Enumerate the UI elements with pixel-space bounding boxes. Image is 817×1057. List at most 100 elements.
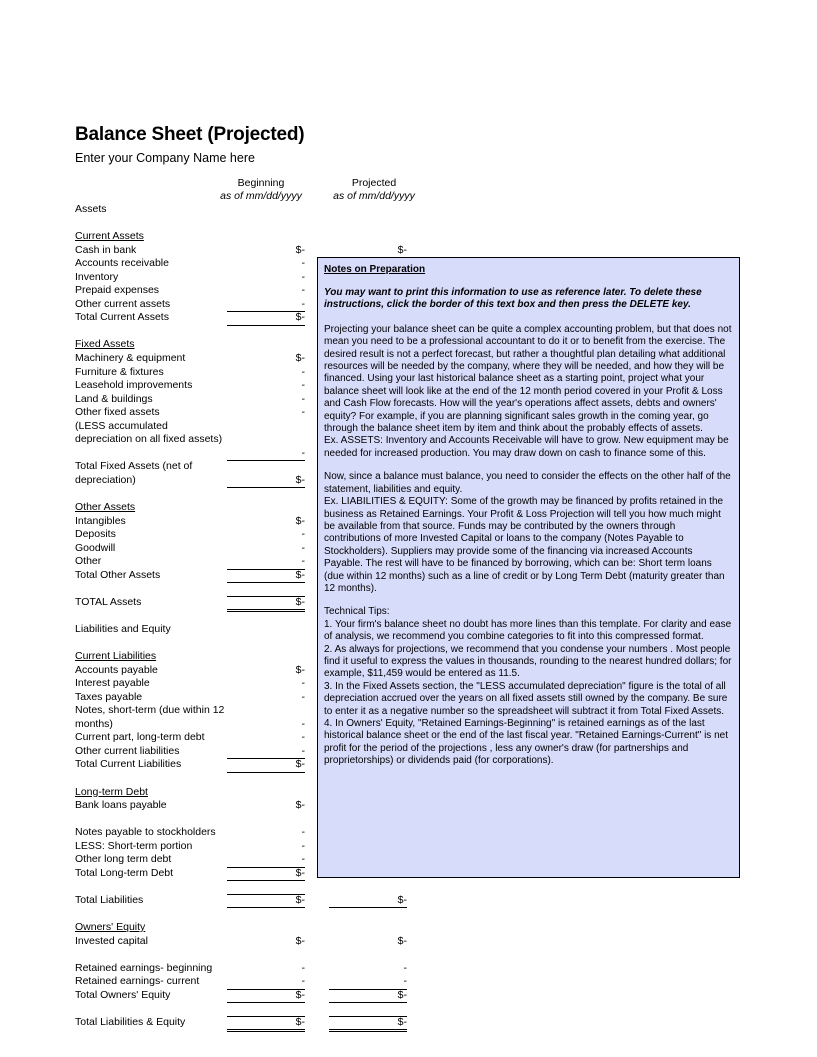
row-spacer <box>75 907 435 921</box>
label-cash-in-bank: Cash in bank <box>75 243 137 256</box>
label-total-fixed-assets: Total Fixed Assets (net of depreciation) <box>75 460 193 486</box>
value-land-buildings-beginning[interactable]: - <box>225 393 306 407</box>
notes-emphasis: You may want to print this information t… <box>324 287 702 311</box>
row-total-liabilities-equity: Total Liabilities & Equity $- $- <box>75 1016 435 1033</box>
other-assets-header: Other Assets <box>75 501 136 514</box>
liabilities-equity-header: Liabilities and Equity <box>75 622 171 635</box>
notes-technical-tips-title: Technical Tips: <box>324 606 390 618</box>
value-bank-loans-payable-beginning[interactable]: $- <box>225 799 305 813</box>
cell-underline <box>227 745 305 760</box>
label-taxes-payable: Taxes payable <box>75 690 143 703</box>
value-less-short-term-portion-beginning[interactable]: - <box>225 840 306 854</box>
cell-underline <box>329 975 407 990</box>
cell-underline <box>227 582 305 597</box>
value-other-fixed-assets-beginning[interactable]: - <box>225 406 306 420</box>
label-bank-loans-payable: Bank loans payable <box>75 799 167 812</box>
label-total-other-assets: Total Other Assets <box>75 568 161 581</box>
column-header-beginning-date: as of mm/dd/yyyy <box>220 190 302 202</box>
notes-tip-1: 1. Your firm's balance sheet no doubt ha… <box>324 618 732 643</box>
cell-underline <box>227 474 305 489</box>
row-cash-in-bank: Cash in bank $- $- <box>75 243 435 259</box>
cell-underline <box>227 989 305 1004</box>
label-total-current-liabilities: Total Current Liabilities <box>75 758 182 771</box>
label-prepaid-expenses: Prepaid expenses <box>75 284 160 297</box>
row-invested-capital: Invested capital $- $- <box>75 935 435 949</box>
label-accounts-payable: Accounts payable <box>75 663 158 676</box>
notes-example-assets: Ex. ASSETS: Inventory and Accounts Recei… <box>324 435 729 459</box>
cell-underline <box>329 244 407 259</box>
value-taxes-payable-beginning[interactable]: - <box>225 691 306 705</box>
cell-underline <box>329 1002 407 1017</box>
notes-on-preparation-textbox[interactable]: Notes on Preparation You may want to pri… <box>317 257 740 878</box>
cell-double-underline <box>227 1016 305 1033</box>
row-assets-header: Assets <box>75 203 435 217</box>
value-machinery-equipment-beginning[interactable]: $- <box>225 352 305 366</box>
label-less-short-term-portion: LESS: Short-term portion <box>75 839 193 852</box>
row-owners-equity-header: Owners' Equity <box>75 921 435 935</box>
row-retained-earnings-beginning: Retained earnings- beginning - - <box>75 962 435 976</box>
label-other: Other <box>75 555 102 568</box>
notes-paragraph-2: Now, since a balance must balance, you n… <box>324 471 731 495</box>
label-invested-capital: Invested capital <box>75 934 148 947</box>
current-liabilities-header: Current Liabilities <box>75 650 157 663</box>
notes-paragraph-1: Projecting your balance sheet can be qui… <box>324 323 732 435</box>
current-assets-header: Current Assets <box>75 230 144 243</box>
value-interest-payable-beginning[interactable]: - <box>225 677 306 691</box>
column-header-projected-date: as of mm/dd/yyyy <box>333 190 415 202</box>
cell-underline <box>227 447 305 462</box>
column-header-beginning: Beginning as of mm/dd/yyyy <box>213 177 309 203</box>
label-total-owners-equity: Total Owners' Equity <box>75 988 171 1001</box>
cell-underline <box>227 298 305 313</box>
value-retained-earnings-beginning-col1[interactable]: - <box>225 962 306 976</box>
label-inventory: Inventory <box>75 270 119 283</box>
label-other-current-liabilities: Other current liabilities <box>75 744 180 757</box>
row-retained-earnings-current: Retained earnings- current - - <box>75 975 435 990</box>
label-furniture-fixtures: Furniture & fixtures <box>75 365 164 378</box>
label-interest-payable: Interest payable <box>75 677 150 690</box>
label-machinery-equipment: Machinery & equipment <box>75 352 186 365</box>
notes-tip-4: 4. In Owners' Equity, "Retained Earnings… <box>324 718 728 767</box>
value-current-part-long-term-debt-beginning[interactable]: - <box>225 731 306 745</box>
value-goodwill-beginning[interactable]: - <box>225 542 306 556</box>
cell-underline <box>227 311 305 326</box>
row-spacer <box>75 217 435 231</box>
notes-tip-3: 3. In the Fixed Assets section, the "LES… <box>324 680 728 717</box>
owners-equity-header: Owners' Equity <box>75 920 146 933</box>
value-cash-in-bank-beginning[interactable]: $- <box>225 244 305 258</box>
label-other-long-term-debt: Other long term debt <box>75 853 172 866</box>
label-total-assets: TOTAL Assets <box>75 595 142 608</box>
value-furniture-fixtures-beginning[interactable]: - <box>225 366 306 380</box>
value-intangibles-beginning[interactable]: $- <box>225 515 305 529</box>
row-spacer <box>75 1002 435 1017</box>
value-accounts-receivable-beginning[interactable]: - <box>225 257 306 271</box>
cell-underline <box>227 975 305 990</box>
cell-underline <box>227 894 305 909</box>
company-name-field[interactable]: Enter your Company Name here <box>75 150 304 166</box>
label-retained-earnings-beginning: Retained earnings- beginning <box>75 961 213 974</box>
value-prepaid-expenses-beginning[interactable]: - <box>225 284 306 298</box>
value-accounts-payable-beginning[interactable]: $- <box>225 664 305 678</box>
value-invested-capital-beginning[interactable]: $- <box>225 935 305 949</box>
column-header-projected: Projected as of mm/dd/yyyy <box>315 177 433 203</box>
notes-title: Notes on Preparation <box>324 264 426 275</box>
label-total-long-term-debt: Total Long-term Debt <box>75 866 174 879</box>
value-invested-capital-projected[interactable]: $- <box>327 935 407 949</box>
label-notes-payable-stockholders: Notes payable to stockholders <box>75 826 216 839</box>
label-less-accumulated-depreciation: (LESS accumulated depreciation on all fi… <box>75 419 223 446</box>
value-retained-earnings-beginning-col2[interactable]: - <box>327 962 408 976</box>
value-leasehold-improvements-beginning[interactable]: - <box>225 379 306 393</box>
cell-underline <box>329 894 407 909</box>
cell-underline <box>227 569 305 584</box>
long-term-debt-header: Long-term Debt <box>75 785 148 798</box>
cell-underline <box>227 867 305 882</box>
value-notes-short-term-beginning[interactable]: - <box>225 718 306 732</box>
column-header-projected-label: Projected <box>351 177 397 189</box>
value-deposits-beginning[interactable]: - <box>225 528 306 542</box>
cell-underline <box>227 758 305 773</box>
value-inventory-beginning[interactable]: - <box>225 271 306 285</box>
cell-underline <box>227 880 305 895</box>
assets-header: Assets <box>75 203 107 215</box>
value-notes-payable-stockholders-beginning[interactable]: - <box>225 826 306 840</box>
label-total-liabilities: Total Liabilities <box>75 893 144 906</box>
row-total-liabilities: Total Liabilities $- $- <box>75 893 435 909</box>
